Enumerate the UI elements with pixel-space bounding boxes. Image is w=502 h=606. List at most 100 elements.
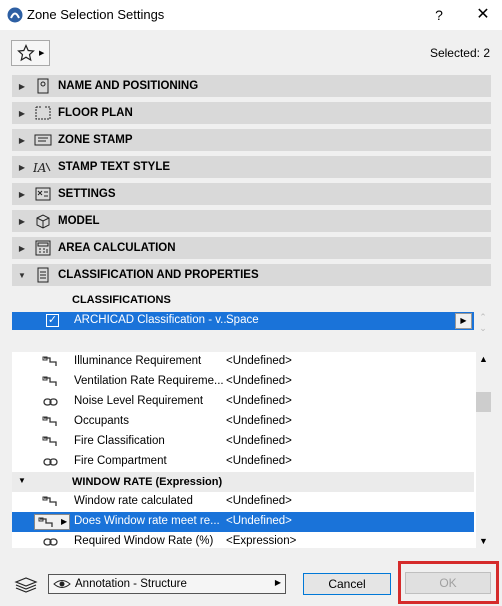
property-row[interactable]: Illuminance Requirement <Undefined> [12, 352, 474, 372]
property-row[interactable]: Fire Compartment <Undefined> [12, 452, 474, 472]
link-icon [42, 496, 57, 506]
property-row[interactable]: Noise Level Requirement <Undefined> [12, 392, 474, 412]
panel-label: STAMP TEXT STYLE [58, 161, 171, 173]
property-value[interactable]: <Expression> [226, 535, 296, 547]
property-row[interactable]: Required Window Rate (%) <Expression> [12, 532, 474, 548]
chain-icon [43, 398, 58, 406]
dialog-window: Zone Selection Settings ? ✕ ▶ Selected: … [0, 0, 502, 606]
panel-area-calculation[interactable]: ▶ AREA CALCULATION [12, 237, 491, 259]
collapse-triangle-icon: ▼ [18, 476, 26, 485]
property-group-label: WINDOW RATE (Expression) [72, 476, 223, 488]
property-name: Occupants [74, 415, 129, 427]
layer-value: Annotation - Structure [75, 578, 187, 590]
property-name: Required Window Rate (%) [74, 535, 214, 547]
property-name: Does Window rate meet re... [74, 515, 220, 527]
property-row[interactable]: Fire Classification <Undefined> [12, 432, 474, 452]
property-source-selector[interactable]: ▶ [34, 514, 70, 530]
property-group-header[interactable]: ▼ WINDOW RATE (Expression) [12, 472, 474, 492]
zone-stamp-icon [32, 131, 54, 149]
link-icon [42, 416, 57, 426]
ok-button[interactable]: OK [405, 572, 491, 594]
property-row[interactable]: Window rate calculated <Undefined> [12, 492, 474, 512]
chain-icon [43, 458, 58, 466]
panel-label: SETTINGS [58, 188, 116, 200]
property-name: Noise Level Requirement [74, 395, 204, 407]
window-title: Zone Selection Settings [27, 7, 165, 22]
text-style-icon: IA [32, 158, 54, 176]
cancel-button[interactable]: Cancel [303, 573, 391, 595]
property-value[interactable]: <Undefined> [226, 435, 292, 447]
help-button[interactable]: ? [428, 4, 450, 26]
property-value[interactable]: <Undefined> [226, 455, 292, 467]
svg-text:IA: IA [33, 161, 47, 175]
expand-triangle-icon: ▶ [18, 216, 26, 226]
property-name: Illuminance Requirement [74, 355, 202, 367]
panel-classification-and-properties[interactable]: ▼ CLASSIFICATION AND PROPERTIES [12, 264, 491, 286]
expand-triangle-icon: ▶ [18, 135, 26, 145]
properties-list-icon [32, 266, 54, 284]
scroll-up-icon[interactable]: ▲ [476, 354, 491, 364]
properties-list: Illuminance Requirement <Undefined> Vent… [12, 352, 491, 548]
panel-stamp-text-style[interactable]: ▶ IA STAMP TEXT STYLE [12, 156, 491, 178]
collapse-triangle-icon: ▼ [18, 270, 26, 280]
link-icon [42, 356, 57, 366]
star-icon [17, 44, 35, 62]
floor-plan-icon [32, 104, 54, 122]
panel-name-and-positioning[interactable]: ▶ NAME AND POSITIONING [12, 75, 491, 97]
close-button[interactable]: ✕ [470, 4, 496, 26]
properties-scrollbar[interactable]: ▲ ▼ [476, 352, 491, 548]
classification-checkbox[interactable]: ✓ [46, 314, 59, 327]
property-row[interactable]: Occupants <Undefined> [12, 412, 474, 432]
document-pin-icon [32, 77, 54, 95]
cube-icon [32, 212, 54, 230]
property-row[interactable]: Ventilation Rate Requireme... <Undefined… [12, 372, 474, 392]
eye-icon [53, 580, 71, 588]
selected-count: Selected: 2 [429, 46, 490, 60]
calculator-icon [32, 239, 54, 257]
layer-stack-icon [14, 577, 38, 593]
chevron-right-icon: ▶ [274, 578, 281, 587]
property-value[interactable]: <Undefined> [226, 515, 292, 527]
expand-triangle-icon: ▶ [18, 243, 26, 253]
property-name: Window rate calculated [74, 495, 193, 507]
property-name: Ventilation Rate Requireme... [74, 375, 224, 387]
classification-value: Space [226, 314, 259, 326]
property-value[interactable]: <Undefined> [226, 395, 292, 407]
classification-name: ARCHICAD Classification - v... [74, 314, 230, 326]
panel-settings[interactable]: ▶ SETTINGS [12, 183, 491, 205]
property-name: Fire Compartment [74, 455, 167, 467]
scrollbar-thumb[interactable] [476, 392, 491, 412]
link-icon [42, 376, 57, 386]
expand-triangle-icon: ▶ [18, 189, 26, 199]
expand-triangle-icon: ▶ [18, 162, 26, 172]
property-row-selected[interactable]: ▶ Does Window rate meet re... <Undefined… [12, 512, 474, 532]
panel-label: FLOOR PLAN [58, 107, 133, 119]
panel-label: NAME AND POSITIONING [58, 80, 199, 92]
panel-label: MODEL [58, 215, 100, 227]
classification-row[interactable]: ✓ ARCHICAD Classification - v... Space ▶ [12, 312, 474, 330]
layer-dropdown[interactable]: Annotation - Structure ▶ [48, 574, 286, 594]
property-value[interactable]: <Undefined> [226, 495, 292, 507]
panel-zone-stamp[interactable]: ▶ ZONE STAMP [12, 129, 491, 151]
chain-icon [43, 538, 58, 546]
panel-label: CLASSIFICATION AND PROPERTIES [58, 269, 259, 281]
property-value[interactable]: <Undefined> [226, 415, 292, 427]
panel-floor-plan[interactable]: ▶ FLOOR PLAN [12, 102, 491, 124]
property-name: Fire Classification [74, 435, 165, 447]
classifications-header: CLASSIFICATIONS [72, 294, 171, 306]
classification-dropdown-button[interactable]: ▶ [455, 313, 472, 329]
chevron-right-icon: ▶ [39, 50, 45, 57]
scroll-down-icon[interactable]: ▼ [476, 536, 491, 546]
favorites-button[interactable]: ▶ [11, 40, 50, 66]
link-icon [38, 517, 53, 527]
chevron-right-icon: ▶ [61, 517, 68, 526]
panel-label: AREA CALCULATION [58, 242, 176, 254]
panel-model[interactable]: ▶ MODEL [12, 210, 491, 232]
settings-grid-icon [32, 185, 54, 203]
classification-scroll-arrows[interactable]: ⌃ ⌄ [476, 312, 490, 338]
property-value[interactable]: <Undefined> [226, 355, 292, 367]
panel-label: ZONE STAMP [58, 134, 133, 146]
title-bar: Zone Selection Settings ? ✕ [0, 0, 502, 30]
property-value[interactable]: <Undefined> [226, 375, 292, 387]
expand-triangle-icon: ▶ [18, 81, 26, 91]
